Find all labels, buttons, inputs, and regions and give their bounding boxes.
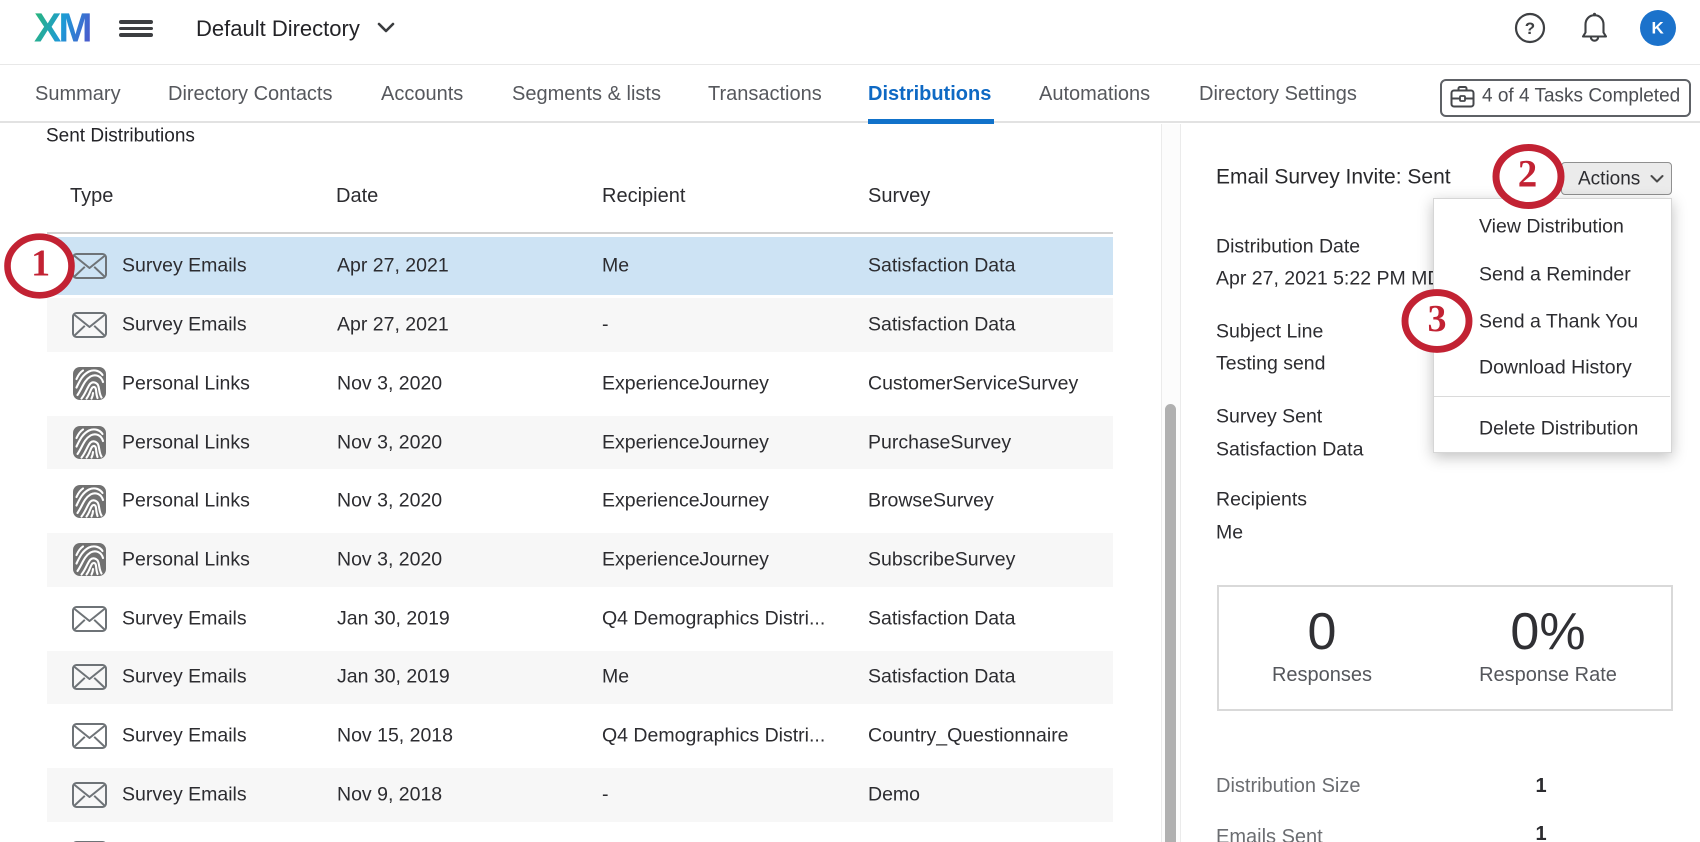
svg-text:3: 3 [1428, 298, 1447, 340]
svg-text:1: 1 [31, 243, 50, 285]
svg-text:2: 2 [1517, 152, 1537, 195]
svg-text:?: ? [1525, 19, 1535, 38]
